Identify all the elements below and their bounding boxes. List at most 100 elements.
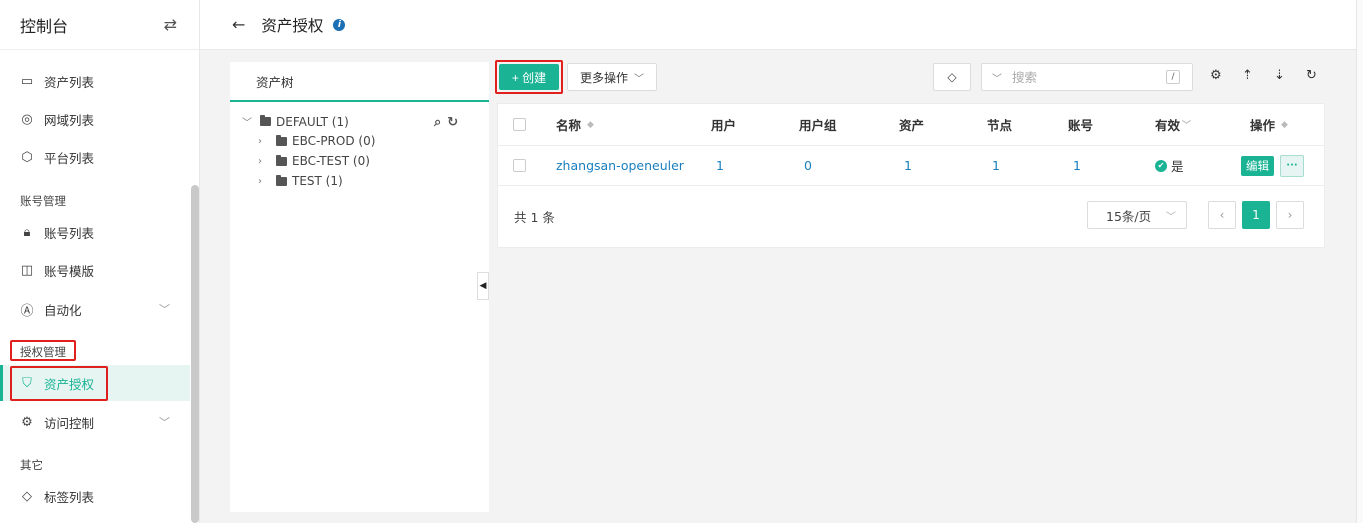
- cell-user-groups[interactable]: 0: [804, 146, 812, 185]
- section-other: 其它: [20, 458, 43, 472]
- page-scrollbar[interactable]: [1356, 0, 1363, 523]
- cell-accounts[interactable]: 1: [1073, 146, 1081, 185]
- sidebar-item-domain-list[interactable]: ◎ 网域列表: [0, 101, 190, 137]
- search-box[interactable]: ﹀ /: [981, 63, 1193, 91]
- info-icon[interactable]: i: [333, 18, 346, 31]
- settings-icon[interactable]: ⚙: [1210, 68, 1222, 83]
- sidebar: 控制台 ⇄ ▭ 资产列表 ◎ 网域列表 ⬡ 平台列表 账号管理 🔒︎ 账号列表 …: [0, 0, 200, 523]
- sidebar-item-tag-list[interactable]: ◇ 标签列表: [0, 478, 190, 514]
- sidebar-item-label: 账号列表: [44, 225, 95, 241]
- valid-label: 是: [1171, 159, 1184, 174]
- search-icon[interactable]: ⌕: [434, 115, 441, 130]
- check-circle-icon: ✔: [1155, 159, 1167, 172]
- cell-nodes[interactable]: 1: [992, 146, 1000, 185]
- highlight-box-active-item: [10, 366, 108, 401]
- tree-node-ebc-test[interactable]: › EBC-TEST (0): [258, 154, 370, 168]
- row-checkbox-cell: [513, 146, 526, 185]
- swap-icon[interactable]: ⇄: [164, 15, 177, 34]
- column-header-assets: 资产: [899, 104, 924, 145]
- sidebar-item-asset-list[interactable]: ▭ 资产列表: [0, 63, 190, 99]
- tab-label: 资产树: [256, 74, 294, 90]
- sidebar-item-access-control[interactable]: ⚙ 访问控制 ﹀: [0, 404, 190, 440]
- section-account-management: 账号管理: [20, 194, 66, 208]
- cell-valid: ✔ 是: [1155, 146, 1184, 185]
- column-header-accounts: 账号: [1068, 104, 1093, 145]
- sidebar-item-label: 平台列表: [44, 150, 95, 166]
- download-icon[interactable]: ⇣: [1274, 68, 1285, 83]
- sidebar-item-label: 标签列表: [44, 489, 95, 505]
- sidebar-item-automation[interactable]: Ⓐ 自动化 ﹀: [0, 291, 190, 327]
- page-title: 资产授权: [261, 16, 324, 35]
- column-label: 用户组: [799, 118, 837, 133]
- column-header-name[interactable]: 名称 ◆: [556, 104, 594, 145]
- sidebar-item-label: 自动化: [44, 302, 82, 318]
- more-row-actions-button[interactable]: ···: [1280, 154, 1304, 177]
- prev-page-button[interactable]: ‹: [1208, 201, 1236, 229]
- cell-name-link[interactable]: zhangsan-openeuler: [556, 146, 684, 185]
- column-header-users: 用户: [711, 104, 736, 145]
- sort-icon[interactable]: ◆: [1281, 120, 1288, 130]
- back-arrow-icon[interactable]: ←: [232, 15, 245, 34]
- access-control-icon: ⚙: [21, 414, 33, 430]
- column-label: 操作: [1250, 118, 1276, 133]
- search-input[interactable]: [1012, 69, 1152, 85]
- column-label: 节点: [987, 118, 1013, 133]
- chevron-down-icon: ﹀: [634, 73, 644, 85]
- folder-icon: [276, 134, 287, 146]
- collapse-tree-button[interactable]: ◀: [477, 272, 489, 300]
- cell-users[interactable]: 1: [716, 146, 724, 185]
- automation-icon: Ⓐ: [20, 303, 34, 319]
- tree-node-label: EBC-PROD (0): [292, 134, 376, 148]
- monitor-icon: ▭: [20, 73, 34, 89]
- folder-icon: [276, 154, 287, 166]
- tag-filter-button[interactable]: ◇: [933, 63, 971, 91]
- chevron-right-icon[interactable]: ›: [258, 156, 270, 167]
- page-header: ← 资产授权 i: [200, 0, 1356, 50]
- folder-open-icon: [260, 115, 271, 126]
- sidebar-item-account-list[interactable]: 🔒︎ 账号列表: [0, 214, 190, 250]
- layout-template-icon: ◫: [20, 262, 34, 278]
- page-size-select[interactable]: 15条/页 ﹀: [1087, 201, 1187, 229]
- tree-node-ebc-prod[interactable]: › EBC-PROD (0): [258, 134, 375, 148]
- chevron-right-icon[interactable]: ›: [258, 176, 270, 187]
- app-title: 控制台: [20, 16, 69, 36]
- more-actions-label: 更多操作: [579, 70, 628, 85]
- edit-button[interactable]: 编辑: [1241, 155, 1274, 176]
- chevron-right-icon[interactable]: ›: [258, 136, 270, 147]
- column-label: 用户: [711, 118, 737, 133]
- column-header-user-groups: 用户组: [799, 104, 837, 145]
- filter-icon[interactable]: ﹀: [1182, 118, 1191, 131]
- tab-asset-tree[interactable]: 资产树: [230, 62, 489, 102]
- refresh-icon[interactable]: ↻: [447, 115, 458, 130]
- next-page-button[interactable]: ›: [1276, 201, 1304, 229]
- cell-assets[interactable]: 1: [904, 146, 912, 185]
- column-label: 资产: [899, 118, 925, 133]
- more-actions-button[interactable]: 更多操作 ﹀: [567, 63, 657, 91]
- chevron-down-icon: ﹀: [1166, 211, 1176, 223]
- tree-node-root[interactable]: ﹀ DEFAULT (1): [242, 114, 349, 130]
- column-header-valid[interactable]: 有效 ﹀: [1155, 104, 1191, 145]
- refresh-icon[interactable]: ↻: [1306, 68, 1317, 83]
- tree-node-test[interactable]: › TEST (1): [258, 174, 343, 188]
- column-header-actions: 操作 ◆: [1250, 104, 1288, 145]
- page-number-button[interactable]: 1: [1242, 201, 1270, 229]
- column-label: 名称: [556, 118, 582, 133]
- tree-node-label: TEST (1): [292, 174, 343, 188]
- search-shortcut-hint: /: [1166, 70, 1180, 84]
- cell-actions: 编辑 ···: [1241, 146, 1304, 185]
- chevron-down-icon[interactable]: ﹀: [992, 70, 1002, 85]
- permission-table: 名称 ◆ 用户 用户组 资产 节点 账号 有效 ﹀ 操作 ◆ zhangsan-…: [497, 103, 1325, 248]
- sidebar-scrollbar[interactable]: [191, 185, 199, 523]
- chevron-down-icon[interactable]: ﹀: [242, 114, 254, 129]
- sidebar-item-label: 访问控制: [44, 415, 95, 431]
- sidebar-item-label: 网域列表: [44, 112, 95, 128]
- sidebar-item-account-template[interactable]: ◫ 账号模版: [0, 252, 190, 288]
- chevron-down-icon: ﹀: [159, 303, 170, 316]
- select-all-checkbox[interactable]: [513, 118, 526, 131]
- row-checkbox[interactable]: [513, 159, 526, 172]
- tree-node-label: DEFAULT (1): [276, 114, 349, 129]
- sort-icon[interactable]: ◆: [587, 120, 594, 130]
- upload-icon[interactable]: ⇡: [1242, 68, 1253, 83]
- highlight-box-section: [10, 340, 76, 361]
- sidebar-item-platform-list[interactable]: ⬡ 平台列表: [0, 139, 190, 175]
